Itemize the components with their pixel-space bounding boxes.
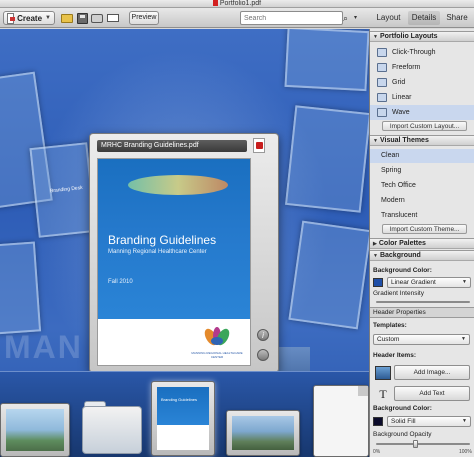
add-text-button[interactable]: T Add Text [379,386,470,401]
portfolio-stage: Branding Desk MAN HEALTHCARE MRHC Brandi… [0,29,369,457]
header-background-dropdown[interactable]: Solid Fill ▼ [387,416,471,427]
templates-label: Templates: [373,322,407,329]
document-subheading: Manning Regional Healthcare Center [108,249,207,255]
layout-panel: ▼ Portfolio Layouts Click-Through Freefor… [369,29,474,457]
wave-card-right-2[interactable] [288,220,369,330]
image-icon [375,366,391,380]
toolbar: Create ▼ Preview ⌕ ▾ Layout Details Shar… [0,8,474,28]
header-properties-title: Header Properties [370,307,474,318]
section-header-portfolio-layouts[interactable]: ▼ Portfolio Layouts [370,31,474,42]
background-opacity-label: Background Opacity [373,431,432,438]
theme-item-tech-office[interactable]: Tech Office [370,179,474,193]
background-color-label: Background Color: [373,267,432,274]
cover-swoosh-graphic [128,175,228,195]
filmstrip-thumb-building-photo-2[interactable] [226,410,300,456]
wave-card-left-3[interactable] [0,241,42,335]
thumb-mini-title: Branding Guidelines [161,397,198,402]
chevron-down-icon: ▼ [462,279,467,285]
featured-file-card[interactable]: MRHC Branding Guidelines.pdf Branding Gu… [89,133,279,373]
pdf-file-icon [212,0,218,6]
section-header-color-palettes[interactable]: ▶ Color Palettes [370,238,474,249]
theme-item-translucent[interactable]: Translucent [370,209,474,223]
chevron-down-icon: ▼ [45,15,51,21]
opacity-min-label: 0% [373,449,381,455]
theme-item-modern[interactable]: Modern [370,194,474,208]
window-title: Portfolio1.pdf [0,0,474,8]
section-header-visual-themes[interactable]: ▼ Visual Themes [370,135,474,146]
filmstrip-thumb-folder[interactable] [78,398,144,456]
create-button-label: Create [17,13,43,23]
header-background-color-label: Background Color: [373,405,432,412]
grid-layout-icon [377,78,387,87]
text-tool-icon: T [379,387,387,401]
folder-icon [82,406,142,454]
lock-icon[interactable] [257,349,269,361]
layout-item-freeform[interactable]: Freeform [370,60,474,75]
wave-card-right-1[interactable] [284,105,369,213]
layout-item-wave[interactable]: Wave [370,105,474,120]
filmstrip: Branding Guidelines [0,371,369,457]
save-icon[interactable] [75,11,89,25]
create-document-icon [7,12,16,24]
add-image-button[interactable]: Add Image... [375,365,470,380]
print-icon[interactable] [90,11,104,25]
card-file-name: MRHC Branding Guidelines.pdf [97,140,247,152]
tab-details[interactable]: Details [408,11,440,25]
logo-wordmark: MANNING REGIONAL HEALTHCARE CENTER [191,351,243,359]
document-date: Fall 2010 [108,279,133,285]
background-watermark-text: MAN [4,329,83,365]
import-custom-layout-button[interactable]: Import Custom Layout... [382,121,467,131]
disclosure-triangle-icon: ▼ [373,253,378,259]
opacity-max-label: 100% [459,449,472,455]
filmstrip-thumb-building-photo[interactable] [0,403,70,457]
gradient-intensity-label: Gradient Intensity [373,290,424,297]
wave-card-left-2[interactable]: Branding Desk [29,142,97,238]
disclosure-triangle-icon: ▼ [373,138,378,144]
chevron-down-icon: ▼ [461,336,466,342]
section-header-background[interactable]: ▼ Background [370,250,474,261]
create-button[interactable]: Create ▼ [3,11,55,25]
window-title-bar: Portfolio1.pdf [0,0,474,8]
document-preview[interactable]: Branding Guidelines Manning Regional Hea… [97,158,251,366]
linear-layout-icon [377,93,387,102]
pdf-file-icon [253,138,265,153]
gradient-intensity-slider[interactable] [376,301,470,303]
document-heading: Branding Guidelines [108,233,217,247]
organization-logo-icon [204,327,230,346]
layout-item-linear[interactable]: Linear [370,90,474,105]
layout-item-click-through[interactable]: Click-Through [370,45,474,60]
wave-layout-icon [377,108,387,117]
search-options-chevron-icon[interactable]: ▾ [354,11,360,25]
wave-card-right-top[interactable] [284,29,369,92]
page-fold-icon [358,386,368,396]
preview-button[interactable]: Preview [129,11,159,25]
open-folder-icon[interactable] [60,11,74,25]
background-opacity-slider[interactable] [376,443,470,445]
filmstrip-thumb-blank-document[interactable] [313,385,369,457]
email-icon[interactable] [106,11,120,25]
tab-share[interactable]: Share [441,11,473,25]
tab-layout[interactable]: Layout [369,11,408,25]
info-button[interactable]: i [257,329,269,341]
background-color-dropdown[interactable]: Linear Gradient ▼ [387,277,471,288]
freeform-layout-icon [377,63,387,72]
disclosure-triangle-icon: ▶ [373,241,377,247]
header-items-label: Header Items: [373,352,416,359]
background-opacity-slider-knob[interactable] [413,440,419,448]
wave-card-label: Branding Desk [49,184,84,195]
templates-dropdown[interactable]: Custom ▼ [373,334,470,345]
layout-item-grid[interactable]: Grid [370,75,474,90]
disclosure-triangle-icon: ▼ [373,34,378,40]
chevron-down-icon: ▼ [462,418,467,424]
background-color-swatch[interactable] [373,278,383,287]
theme-item-clean[interactable]: Clean [370,149,474,163]
header-background-swatch[interactable] [373,417,383,426]
search-input[interactable] [240,11,343,25]
click-through-layout-icon [377,48,387,57]
import-custom-theme-button[interactable]: Import Custom Theme... [382,224,467,234]
theme-item-spring[interactable]: Spring [370,164,474,178]
window-title-text: Portfolio1.pdf [219,0,262,7]
filmstrip-thumb-branding-pdf[interactable]: Branding Guidelines [151,381,215,456]
